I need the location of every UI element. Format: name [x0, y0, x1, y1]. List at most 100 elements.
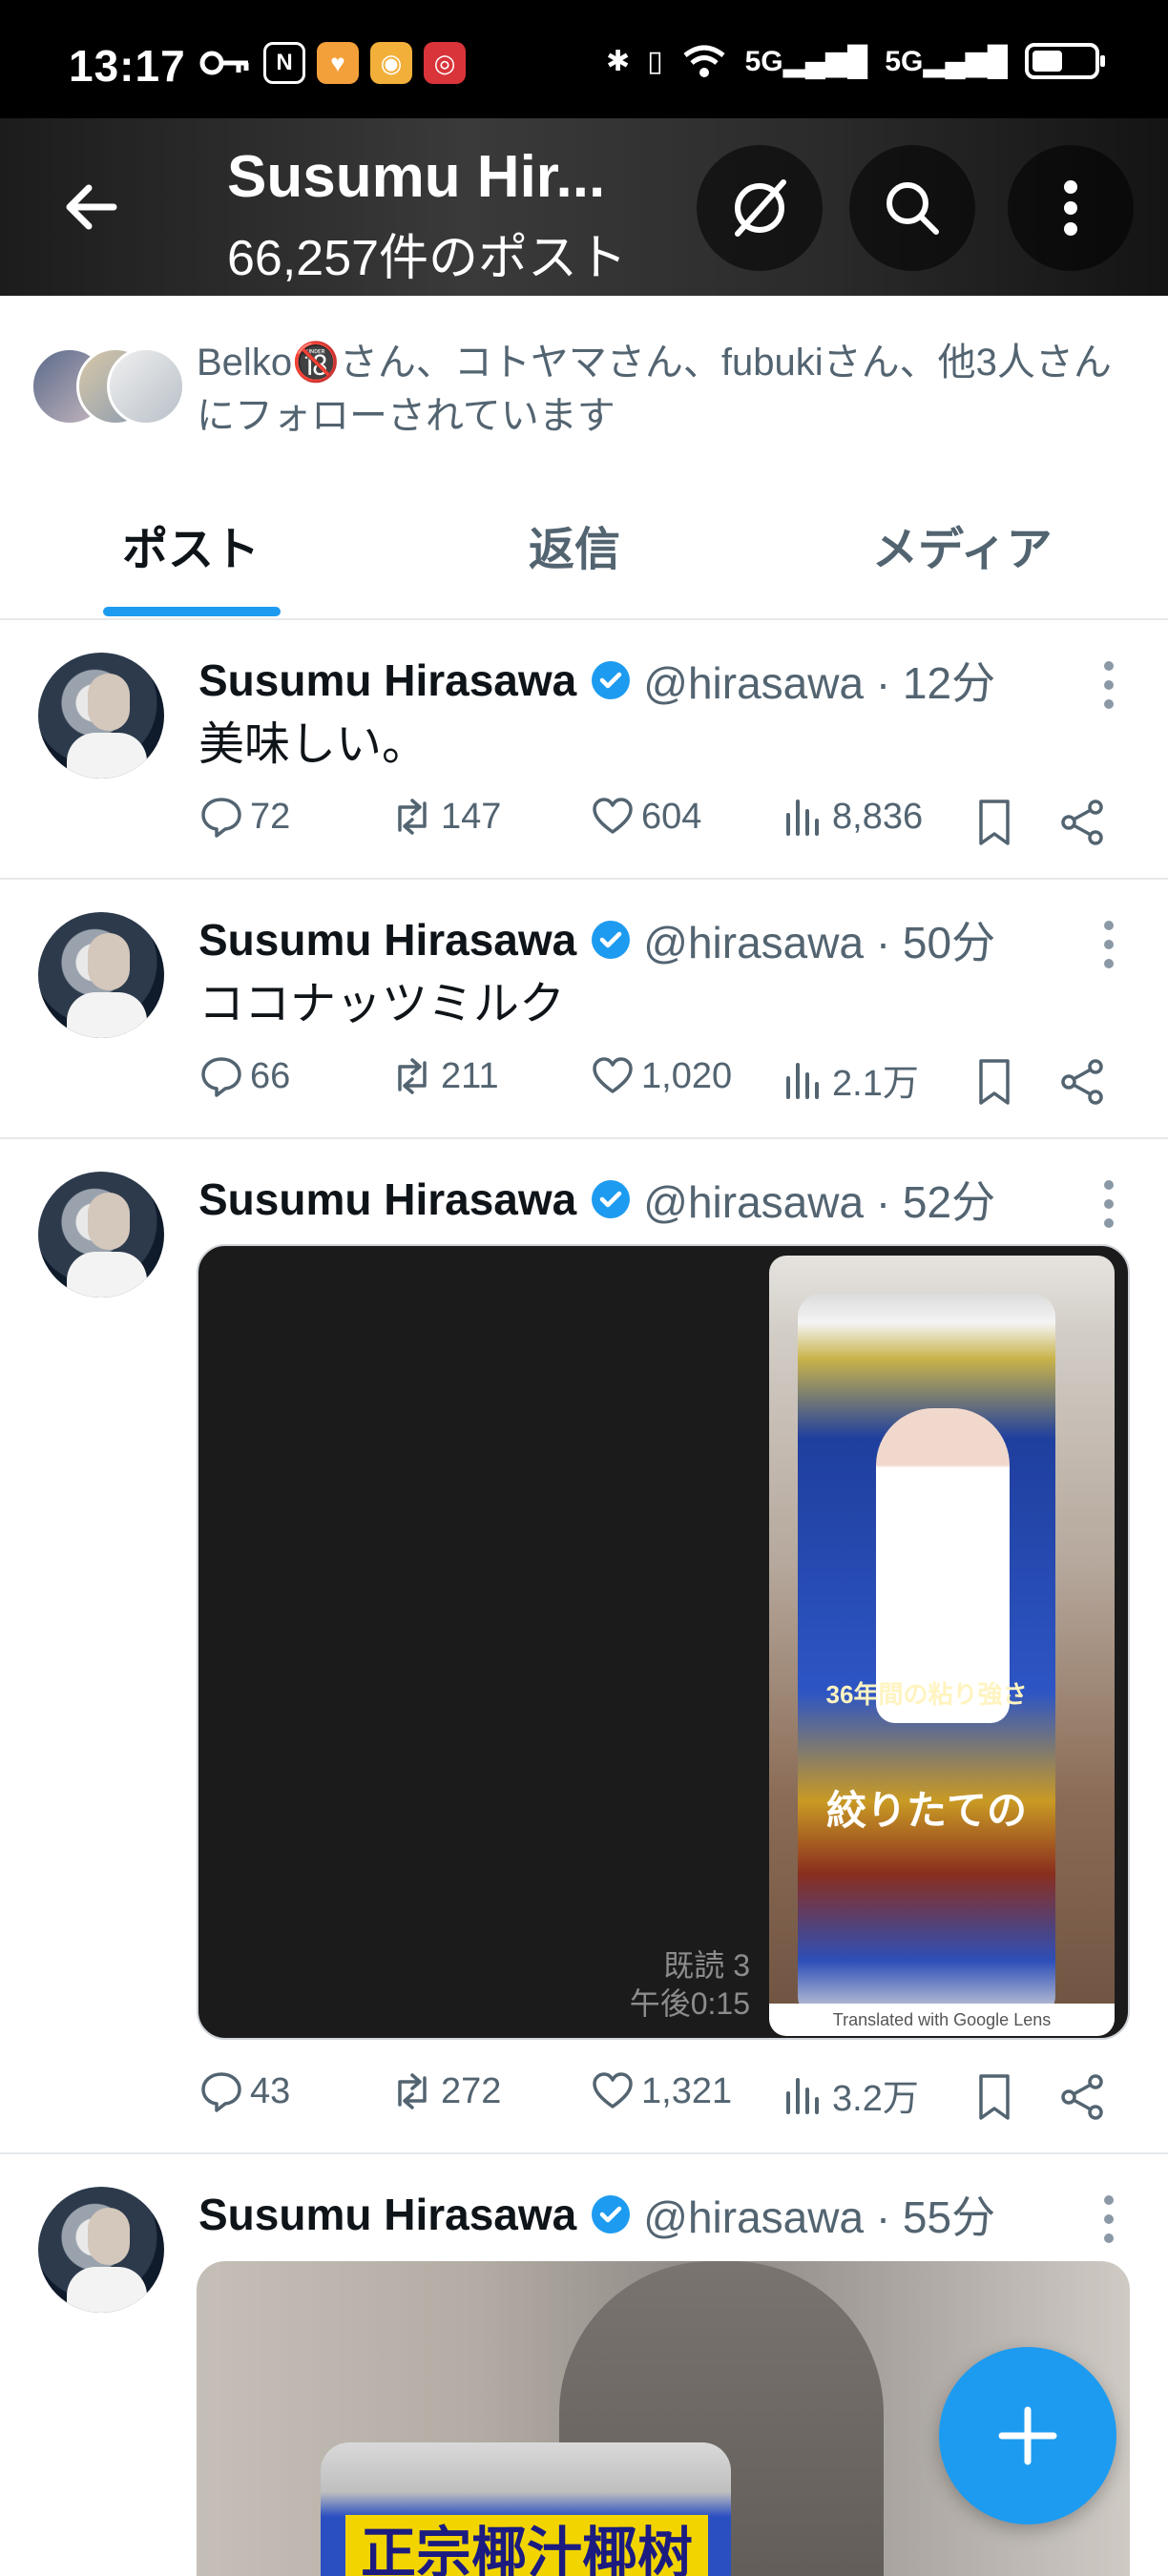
reply-icon	[201, 798, 241, 838]
repost-count: 272	[441, 2070, 502, 2111]
battery-icon	[1025, 43, 1105, 79]
app-red-icon: ◎	[424, 42, 466, 84]
like-button[interactable]: 1,321	[590, 2068, 732, 2114]
like-button[interactable]: 1,020	[590, 1053, 732, 1099]
avatar[interactable]	[38, 1172, 164, 1298]
repost-icon	[398, 1058, 427, 1094]
profile-name-title: Susumu Hir...	[227, 144, 606, 210]
repost-button[interactable]: 147	[389, 794, 501, 840]
repost-button[interactable]: 211	[389, 1053, 499, 1099]
plus-icon	[998, 2406, 1057, 2465]
views-button[interactable]: 3.2万	[781, 2068, 919, 2121]
post-actions: 72 147 604 8,836	[198, 794, 1134, 851]
view-count: 3.2万	[832, 2079, 919, 2119]
repost-count: 211	[441, 1055, 499, 1096]
post-actions: 43 272 1,321 3.2万	[198, 2068, 1134, 2126]
author-name[interactable]: Susumu Hirasawa	[198, 654, 576, 706]
handle-time: @hirasawa · 12分	[643, 658, 996, 708]
bar-chart-icon	[786, 800, 819, 836]
heart-icon	[593, 1057, 633, 1093]
post-more-icon[interactable]	[1090, 916, 1128, 973]
bookmark-icon[interactable]	[971, 2072, 1017, 2122]
tab-replies[interactable]: 返信	[529, 511, 620, 578]
avatar[interactable]	[38, 2187, 164, 2313]
can-text-2: 絞りたての	[825, 1788, 1027, 1833]
more-options-button[interactable]	[1008, 145, 1134, 271]
profile-tabs: ポスト 返信 メディア	[0, 467, 1168, 620]
back-button[interactable]	[52, 168, 130, 246]
reply-icon	[201, 2072, 241, 2112]
post[interactable]: Susumu Hirasawa @hirasawa · 12分 美味しい。 72…	[0, 622, 1168, 880]
profile-header: Susumu Hir... 66,257件のポスト	[0, 118, 1168, 296]
more-vertical-icon	[1064, 180, 1077, 236]
status-bar: 13:17 N ♥ ◉ ◎ ✱ ▯ 5G▂▄▆█ 5G▂▄▆█	[0, 0, 1168, 118]
author-name[interactable]: Susumu Hirasawa	[198, 2189, 576, 2240]
share-icon[interactable]	[1057, 2072, 1107, 2122]
status-time: 13:17	[69, 41, 186, 91]
weibo-icon: ◉	[370, 42, 412, 84]
search-button[interactable]	[849, 145, 975, 271]
signal-2-icon: 5G▂▄▆█	[885, 45, 1008, 77]
repost-icon	[398, 799, 427, 835]
chat-read-receipt: 既読 3 午後0:15	[629, 1948, 750, 2021]
can-photo: 36年間の粘り強さ 絞りたての Translated with Google L…	[769, 1256, 1115, 2036]
views-button[interactable]: 2.1万	[781, 1053, 919, 1106]
post[interactable]: Susumu Hirasawa @hirasawa · 50分 ココナッツミルク…	[0, 882, 1168, 1139]
view-count: 8,836	[832, 796, 924, 837]
compose-post-button[interactable]	[939, 2347, 1116, 2524]
search-icon	[886, 182, 939, 235]
author-name[interactable]: Susumu Hirasawa	[198, 914, 576, 966]
verified-badge-icon	[592, 921, 631, 959]
heart-icon	[593, 798, 633, 834]
post-header: Susumu Hirasawa @hirasawa · 55分	[198, 2183, 995, 2246]
reply-icon	[201, 1057, 241, 1097]
bookmark-icon[interactable]	[971, 798, 1017, 847]
post-media-image[interactable]: 既読 3 午後0:15 36年間の粘り強さ 絞りたての Translated w…	[197, 1244, 1130, 2040]
like-button[interactable]: 604	[590, 794, 701, 840]
key-icon	[199, 51, 249, 75]
post-more-icon[interactable]	[1090, 656, 1128, 714]
post-actions: 66 211 1,020 2.1万	[198, 1053, 1134, 1111]
verified-badge-icon	[592, 1180, 631, 1218]
author-name[interactable]: Susumu Hirasawa	[198, 1174, 576, 1225]
reply-button[interactable]: 66	[198, 1053, 290, 1099]
share-icon[interactable]	[1057, 1057, 1107, 1107]
tab-posts[interactable]: ポスト	[122, 511, 260, 578]
handle-time: @hirasawa · 50分	[643, 918, 996, 967]
bookmark-icon[interactable]	[971, 1057, 1017, 1107]
post-header: Susumu Hirasawa @hirasawa · 52分	[198, 1168, 995, 1231]
reply-count: 66	[250, 1055, 291, 1096]
repost-button[interactable]: 272	[389, 2068, 501, 2114]
grok-button[interactable]	[697, 145, 823, 271]
reply-button[interactable]: 72	[198, 794, 290, 840]
arrow-left-icon	[66, 184, 117, 230]
followed-by-text: Belko🔞さん、コトヤマさん、fubukiさん、他3人さんにフォローされていま…	[197, 342, 1112, 437]
bar-chart-icon	[786, 1062, 819, 1099]
bluetooth-icon: ✱	[605, 45, 631, 77]
post-more-icon[interactable]	[1090, 2191, 1128, 2248]
signal-1-icon: 5G▂▄▆█	[744, 45, 868, 77]
bar-chart-icon	[786, 2077, 819, 2114]
followed-by-row[interactable]: Belko🔞さん、コトヤマさん、fubukiさん、他3人さんにフォローされていま…	[0, 296, 1168, 448]
post-more-icon[interactable]	[1090, 1175, 1128, 1233]
grok-icon	[735, 179, 786, 237]
coconut-can-photo: 正宗椰汁椰树牌	[321, 2442, 731, 2576]
verified-badge-icon	[592, 2195, 631, 2233]
share-icon[interactable]	[1057, 798, 1107, 847]
post-text: ココナッツミルク	[198, 979, 566, 1029]
avatar[interactable]	[38, 653, 164, 779]
tab-media[interactable]: メディア	[872, 511, 1053, 578]
reply-button[interactable]: 43	[198, 2068, 290, 2114]
nfc-icon: N	[263, 42, 305, 84]
reply-count: 72	[250, 796, 291, 837]
verified-badge-icon	[592, 661, 631, 699]
heart-icon	[593, 2072, 633, 2109]
post-header: Susumu Hirasawa @hirasawa · 50分	[198, 908, 995, 971]
avatar[interactable]	[38, 912, 164, 1038]
wifi-icon	[683, 45, 725, 77]
views-button[interactable]: 8,836	[781, 794, 923, 840]
repost-icon	[398, 2073, 427, 2109]
reply-count: 43	[250, 2070, 291, 2111]
repost-count: 147	[441, 796, 502, 837]
handle-time: @hirasawa · 55分	[643, 2192, 996, 2242]
